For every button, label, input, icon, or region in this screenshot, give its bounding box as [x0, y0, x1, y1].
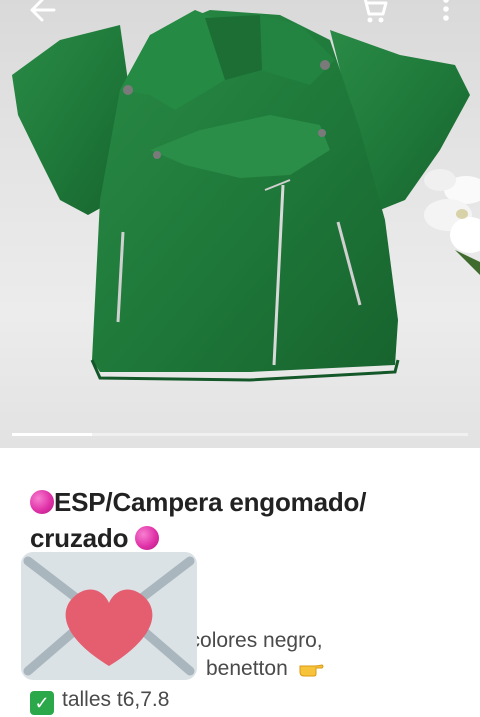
desc-row-3: ✓ talles t6,7.8	[30, 686, 470, 715]
gallery-page-indicator-active	[12, 433, 92, 436]
shopping-cart-icon[interactable]	[356, 0, 390, 24]
check-mark-icon: ✓	[30, 691, 54, 715]
product-title: ESP/Campera engomado/ cruzado	[30, 484, 450, 556]
product-title-line1: ESP/Campera engomado/	[54, 487, 367, 517]
desc-line2: benetton	[206, 657, 288, 680]
desc-line3: talles t6,7.8	[62, 688, 170, 711]
more-vertical-icon[interactable]	[432, 0, 460, 24]
pointing-hand-icon	[298, 658, 324, 686]
gallery-page-indicator	[12, 433, 468, 436]
arrow-left-icon[interactable]	[24, 0, 60, 26]
flower-decoration	[424, 169, 480, 275]
product-title-line2: cruzado	[30, 523, 129, 553]
jacket-photo	[12, 10, 480, 382]
pink-dot-icon	[135, 526, 160, 550]
desc-line1: colores negro,	[189, 629, 323, 652]
pink-dot-icon	[30, 490, 54, 514]
image-toolbar	[0, 0, 480, 30]
product-image[interactable]	[0, 0, 480, 448]
envelope-heart-icon[interactable]	[20, 551, 198, 681]
